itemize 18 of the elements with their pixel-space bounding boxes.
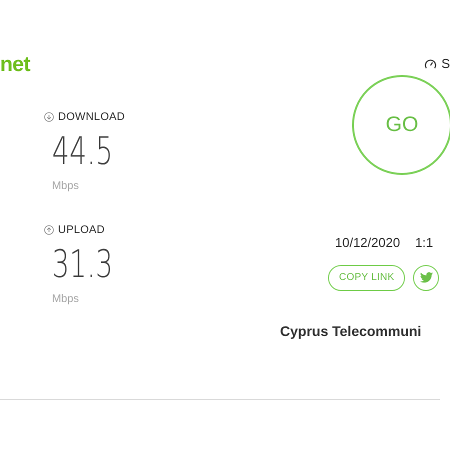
metric-label: DOWNLOAD <box>58 110 125 125</box>
up-arrow-icon <box>44 225 54 236</box>
test-date: 10/12/2020 <box>335 234 400 252</box>
test-time: 1:1 <box>415 234 434 252</box>
unit-label: Mbps <box>52 178 80 194</box>
nav-link[interactable]: S <box>441 54 450 74</box>
down-arrow-icon <box>44 112 54 122</box>
speed-value: 44.5 <box>52 132 113 170</box>
unit-label: Mbps <box>52 292 80 306</box>
go-button[interactable]: GO <box>352 75 450 175</box>
metric-label: UPLOAD <box>58 223 105 238</box>
twitter-button[interactable] <box>413 264 440 290</box>
copy-link-button[interactable]: COPY LINK <box>328 264 406 290</box>
speed-value: 31.3 <box>52 244 113 282</box>
logo[interactable]: net <box>0 54 30 74</box>
bird-icon <box>420 272 433 283</box>
provider-name: Cyprus Telecommuni <box>280 322 422 341</box>
gauge-icon <box>424 58 438 70</box>
